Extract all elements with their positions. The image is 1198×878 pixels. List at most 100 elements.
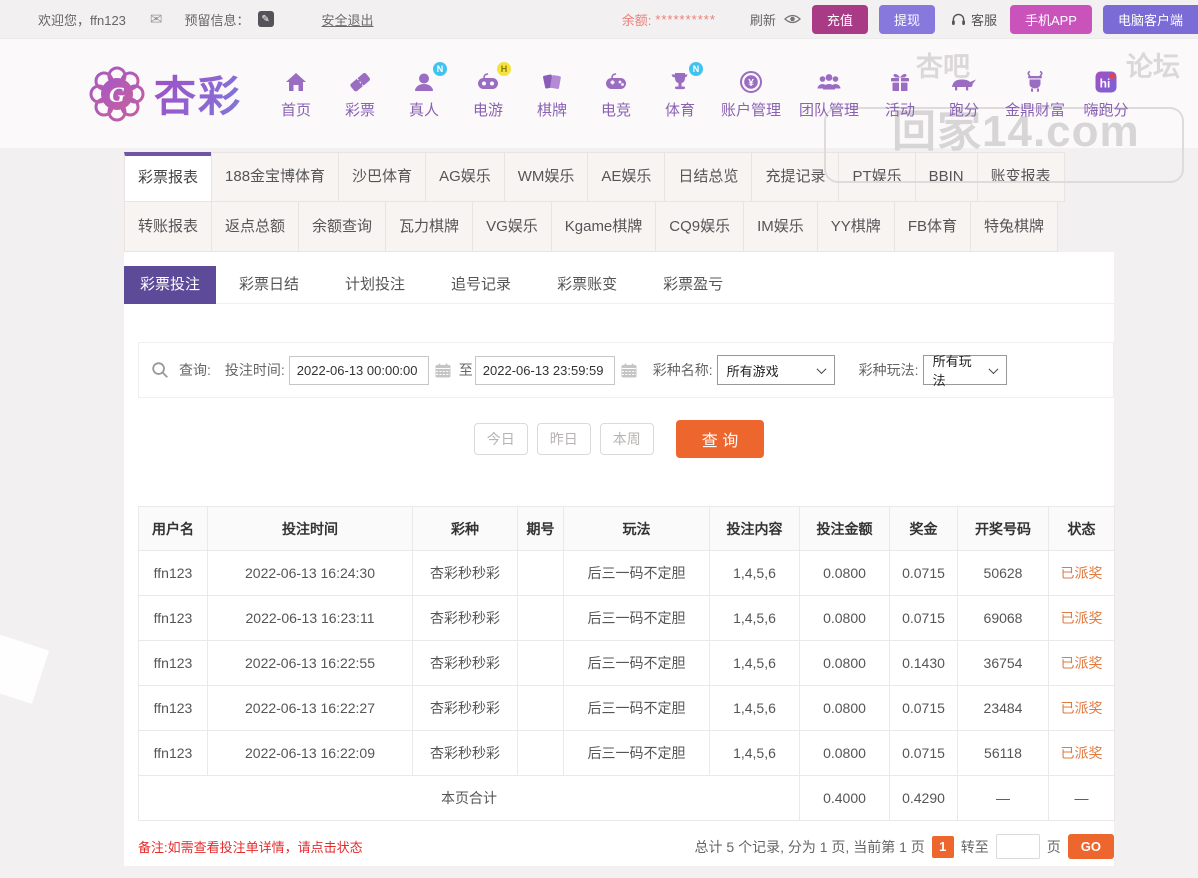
cell-lottery: 杏彩秒秒彩 bbox=[413, 686, 518, 731]
tab-fb[interactable]: FB体育 bbox=[894, 202, 971, 252]
cell-draw-number: 36754 bbox=[958, 641, 1049, 686]
calendar-icon[interactable] bbox=[435, 363, 451, 378]
nav-item-paofen[interactable]: 跑分 bbox=[941, 68, 987, 120]
quick-range-buttons: 今日 昨日 本周 查 询 bbox=[124, 420, 1114, 458]
play-type-select[interactable]: 所有玩法 bbox=[923, 355, 1007, 385]
tab-tetu[interactable]: 特兔棋牌 bbox=[970, 202, 1058, 252]
nav-item-home[interactable]: 首页 bbox=[273, 68, 319, 120]
tab-transfer-report[interactable]: 转账报表 bbox=[124, 202, 212, 252]
logout-link[interactable]: 安全退出 bbox=[322, 10, 374, 29]
envelope-icon[interactable]: ✉ bbox=[150, 10, 163, 28]
cell-status[interactable]: 已派奖 bbox=[1049, 731, 1115, 776]
tab-kgame[interactable]: Kgame棋牌 bbox=[551, 202, 657, 252]
tab-yy[interactable]: YY棋牌 bbox=[817, 202, 895, 252]
cell-status[interactable]: 已派奖 bbox=[1049, 686, 1115, 731]
query-button[interactable]: 查 询 bbox=[676, 420, 764, 458]
tab-bbin[interactable]: BBIN bbox=[915, 152, 978, 202]
nav-item-account[interactable]: ¥ 账户管理 bbox=[721, 68, 781, 120]
nav-item-activity[interactable]: 活动 bbox=[877, 68, 923, 120]
table-row: ffn123 2022-06-13 16:22:55 杏彩秒秒彩 后三一码不定胆… bbox=[139, 641, 1115, 686]
cell-play: 后三一码不定胆 bbox=[564, 731, 710, 776]
cell-username: ffn123 bbox=[139, 731, 208, 776]
tab-daily-overview[interactable]: 日结总览 bbox=[664, 152, 752, 202]
nav-item-sports[interactable]: N 体育 bbox=[657, 68, 703, 120]
tab-account-change[interactable]: 账变报表 bbox=[977, 152, 1065, 202]
cell-status[interactable]: 已派奖 bbox=[1049, 641, 1115, 686]
edit-icon[interactable]: ✎ bbox=[258, 11, 274, 27]
tab-pt[interactable]: PT娱乐 bbox=[838, 152, 915, 202]
eye-icon[interactable] bbox=[784, 13, 801, 25]
subtab-lottery-account-change[interactable]: 彩票账变 bbox=[534, 266, 640, 304]
tab-balance-query[interactable]: 余额查询 bbox=[298, 202, 386, 252]
mobile-app-button[interactable]: 手机APP bbox=[1010, 5, 1092, 34]
table-row: ffn123 2022-06-13 16:24:30 杏彩秒秒彩 后三一码不定胆… bbox=[139, 551, 1115, 596]
cell-issue bbox=[518, 551, 564, 596]
game-name-label: 彩种名称: bbox=[653, 360, 713, 380]
nav-item-boardgames[interactable]: 棋牌 bbox=[529, 68, 575, 120]
bet-time-label: 投注时间: bbox=[225, 360, 285, 380]
rhino-icon bbox=[949, 68, 979, 96]
subtab-lottery-bets[interactable]: 彩票投注 bbox=[124, 266, 216, 304]
today-button[interactable]: 今日 bbox=[474, 423, 528, 455]
subtab-plan-bets[interactable]: 计划投注 bbox=[322, 266, 428, 304]
tab-rebate-total[interactable]: 返点总额 bbox=[211, 202, 299, 252]
pc-client-button[interactable]: 电脑客户端 bbox=[1103, 5, 1198, 34]
tab-188-sports[interactable]: 188金宝博体育 bbox=[211, 152, 339, 202]
nav-item-live[interactable]: N 真人 bbox=[401, 68, 447, 120]
nav-item-team[interactable]: 团队管理 bbox=[799, 68, 859, 120]
nav-item-hipaofen[interactable]: hi 嗨跑分 bbox=[1083, 68, 1129, 120]
game-select[interactable]: 所有游戏 bbox=[717, 355, 835, 385]
refresh-link[interactable]: 刷新 bbox=[750, 10, 776, 29]
cell-bet-time: 2022-06-13 16:23:11 bbox=[208, 596, 413, 641]
new-badge: N bbox=[433, 62, 447, 76]
col-content: 投注内容 bbox=[710, 507, 800, 551]
goto-page-input[interactable] bbox=[996, 834, 1040, 859]
yesterday-button[interactable]: 昨日 bbox=[537, 423, 591, 455]
customer-service-link[interactable]: 客服 bbox=[951, 10, 997, 29]
nav-item-esports[interactable]: 电竞 bbox=[593, 68, 639, 120]
cell-content: 1,4,5,6 bbox=[710, 641, 800, 686]
cell-bet-time: 2022-06-13 16:22:27 bbox=[208, 686, 413, 731]
total-amount: 0.4000 bbox=[800, 776, 890, 821]
site-logo[interactable]: G 杏彩 bbox=[88, 63, 242, 124]
tab-ag[interactable]: AG娱乐 bbox=[425, 152, 505, 202]
tab-lottery-report[interactable]: 彩票报表 bbox=[124, 152, 212, 202]
cell-prize: 0.1430 bbox=[890, 641, 958, 686]
tab-cq9[interactable]: CQ9娱乐 bbox=[655, 202, 744, 252]
col-play: 玩法 bbox=[564, 507, 710, 551]
tab-im[interactable]: IM娱乐 bbox=[743, 202, 818, 252]
bet-time-from-input[interactable] bbox=[289, 356, 429, 385]
nav-item-lottery[interactable]: 彩票 bbox=[337, 68, 383, 120]
goto-label: 转至 bbox=[961, 837, 989, 857]
tab-wali[interactable]: 瓦力棋牌 bbox=[385, 202, 473, 252]
tab-vg[interactable]: VG娱乐 bbox=[472, 202, 552, 252]
report-panel: 彩票投注 彩票日结 计划投注 追号记录 彩票账变 彩票盈亏 查询: 投注时间: … bbox=[124, 252, 1114, 866]
page-footer: 备注:如需查看投注单详情，请点击状态 总计 5 个记录, 分为 1 页, 当前第… bbox=[138, 834, 1114, 859]
current-page-badge[interactable]: 1 bbox=[932, 836, 954, 858]
main-nav: 首页 彩票 N 真人 H 电游 棋牌 电竞 bbox=[264, 68, 1138, 120]
cell-status[interactable]: 已派奖 bbox=[1049, 551, 1115, 596]
report-tabs-row2: 转账报表 返点总额 余额查询 瓦力棋牌 VG娱乐 Kgame棋牌 CQ9娱乐 I… bbox=[124, 202, 1114, 252]
cell-amount: 0.0800 bbox=[800, 596, 890, 641]
subtab-lottery-daily[interactable]: 彩票日结 bbox=[216, 266, 322, 304]
col-prize: 奖金 bbox=[890, 507, 958, 551]
calendar-icon[interactable] bbox=[621, 363, 637, 378]
this-week-button[interactable]: 本周 bbox=[600, 423, 654, 455]
cell-status[interactable]: 已派奖 bbox=[1049, 596, 1115, 641]
table-row: ffn123 2022-06-13 16:22:27 杏彩秒秒彩 后三一码不定胆… bbox=[139, 686, 1115, 731]
top-bar: 欢迎您，ffn123 ✉ 预留信息： ✎ 安全退出 余额: **********… bbox=[0, 0, 1198, 38]
tab-saba-sports[interactable]: 沙巴体育 bbox=[338, 152, 426, 202]
bet-time-to-input[interactable] bbox=[475, 356, 615, 385]
go-button[interactable]: GO bbox=[1068, 834, 1114, 859]
tab-ae[interactable]: AE娱乐 bbox=[587, 152, 665, 202]
subtab-lottery-profit-loss[interactable]: 彩票盈亏 bbox=[640, 266, 746, 304]
recharge-button[interactable]: 充值 bbox=[812, 5, 868, 34]
cards-icon bbox=[537, 68, 567, 96]
tab-wm[interactable]: WM娱乐 bbox=[504, 152, 589, 202]
live-casino-icon: N bbox=[409, 68, 439, 96]
nav-item-wealth[interactable]: 金鼎财富 bbox=[1005, 68, 1065, 120]
tab-deposit-withdraw[interactable]: 充提记录 bbox=[751, 152, 839, 202]
nav-item-egame[interactable]: H 电游 bbox=[465, 68, 511, 120]
withdraw-button[interactable]: 提现 bbox=[879, 5, 935, 34]
subtab-chase-records[interactable]: 追号记录 bbox=[428, 266, 534, 304]
